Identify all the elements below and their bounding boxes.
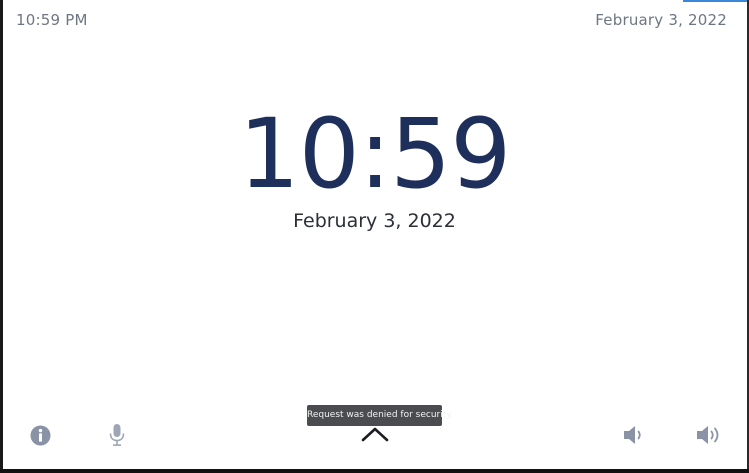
volume-down-icon[interactable] bbox=[622, 424, 646, 446]
clock-time: 10:59 bbox=[238, 98, 512, 210]
clock-widget: 10:59 February 3, 2022 bbox=[0, 104, 749, 232]
chevron-up-icon[interactable] bbox=[360, 426, 390, 442]
accent-strip bbox=[683, 0, 747, 2]
home-screen: 10:59 PM February 3, 2022 10:59 February… bbox=[0, 0, 749, 473]
volume-up-icon[interactable] bbox=[695, 424, 723, 446]
microphone-icon[interactable] bbox=[107, 423, 127, 447]
toast-message: Request was denied for security. bbox=[307, 405, 453, 426]
status-bar-date: February 3, 2022 bbox=[595, 11, 727, 29]
status-bar-time: 10:59 PM bbox=[16, 11, 88, 29]
clock-date: February 3, 2022 bbox=[293, 210, 456, 232]
info-icon[interactable] bbox=[30, 425, 51, 446]
bezel-bottom bbox=[0, 469, 749, 473]
bezel-left bbox=[0, 0, 3, 469]
